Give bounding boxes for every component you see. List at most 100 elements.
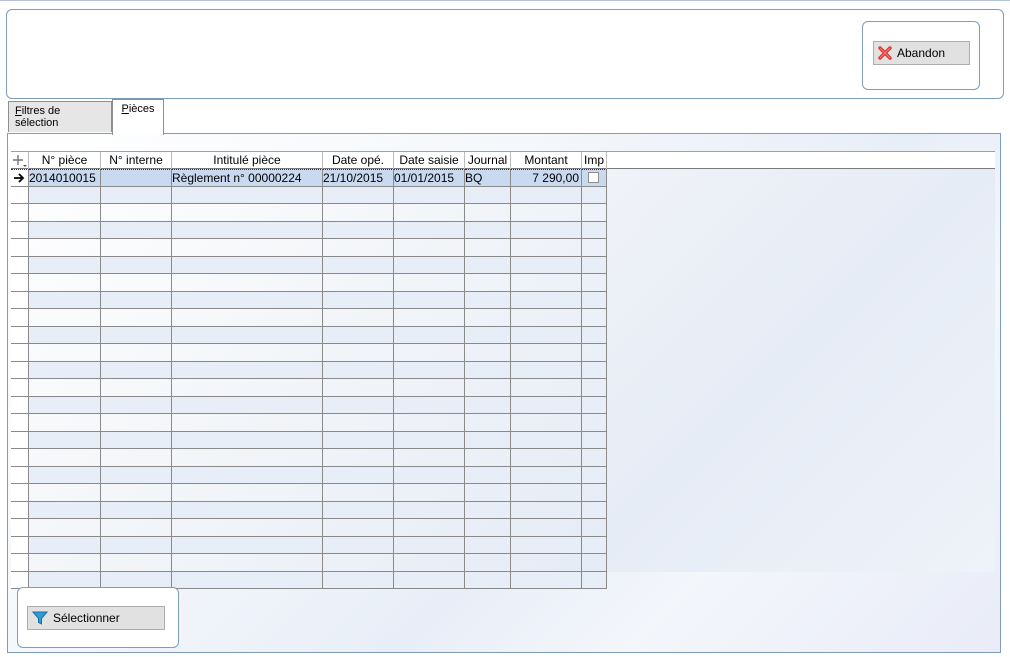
tab-pieces[interactable]: Pièces [112,99,164,135]
table-cell[interactable] [29,361,101,379]
table-cell[interactable] [465,431,511,449]
table-cell[interactable] [582,484,607,502]
col-header-num-interne[interactable]: N° interne [101,152,172,169]
table-cell[interactable] [465,274,511,292]
table-cell[interactable] [582,186,607,204]
table-row[interactable] [11,326,607,344]
table-cell[interactable] [582,379,607,397]
table-row[interactable] [11,379,607,397]
table-cell[interactable] [172,414,323,432]
table-cell[interactable] [101,291,172,309]
table-cell[interactable] [101,414,172,432]
table-cell[interactable] [172,379,323,397]
table-cell[interactable] [465,571,511,589]
cell-num-piece[interactable]: 2014010015 [29,169,101,187]
table-cell[interactable] [394,466,465,484]
table-cell[interactable] [394,204,465,222]
table-cell[interactable] [29,414,101,432]
table-cell[interactable] [511,361,582,379]
table-cell[interactable] [29,221,101,239]
table-cell[interactable] [582,239,607,257]
table-cell[interactable] [323,536,394,554]
table-cell[interactable] [511,256,582,274]
table-cell[interactable] [29,501,101,519]
table-cell[interactable] [394,449,465,467]
table-cell[interactable] [172,396,323,414]
table-cell[interactable] [465,379,511,397]
col-header-montant[interactable]: Montant [511,152,582,169]
table-row[interactable] [11,414,607,432]
table-cell[interactable] [582,414,607,432]
cell-journal[interactable]: BQ [465,169,511,187]
table-cell[interactable] [29,239,101,257]
table-cell[interactable] [582,274,607,292]
table-cell[interactable] [323,239,394,257]
table-cell[interactable] [29,554,101,572]
table-cell[interactable] [511,466,582,484]
table-cell[interactable] [582,431,607,449]
table-cell[interactable] [172,519,323,537]
table-cell[interactable] [465,396,511,414]
table-cell[interactable] [465,326,511,344]
table-cell[interactable] [172,536,323,554]
table-cell[interactable] [101,501,172,519]
table-cell[interactable] [323,344,394,362]
col-header-imp[interactable]: Imp [582,152,607,169]
table-row[interactable]: 2014010015 Règlement n° 00000224 21/10/2… [11,169,607,187]
table-cell[interactable] [394,484,465,502]
table-cell[interactable] [101,326,172,344]
table-row[interactable] [11,484,607,502]
table-cell[interactable] [29,256,101,274]
table-cell[interactable] [582,221,607,239]
table-cell[interactable] [323,484,394,502]
table-cell[interactable] [101,484,172,502]
table-cell[interactable] [394,501,465,519]
imp-checkbox[interactable] [588,172,599,183]
add-column-icon[interactable] [11,152,29,169]
table-cell[interactable] [101,239,172,257]
table-row[interactable] [11,221,607,239]
table-row[interactable] [11,396,607,414]
table-cell[interactable] [465,361,511,379]
table-cell[interactable] [101,554,172,572]
table-cell[interactable] [101,309,172,327]
table-cell[interactable] [465,204,511,222]
table-row[interactable] [11,344,607,362]
table-cell[interactable] [582,204,607,222]
table-cell[interactable] [101,396,172,414]
table-cell[interactable] [582,501,607,519]
table-row[interactable] [11,186,607,204]
table-cell[interactable] [29,484,101,502]
table-cell[interactable] [323,396,394,414]
table-row[interactable] [11,256,607,274]
table-cell[interactable] [582,519,607,537]
table-cell[interactable] [29,291,101,309]
table-cell[interactable] [101,344,172,362]
col-header-date-saisie[interactable]: Date saisie [394,152,465,169]
table-cell[interactable] [323,571,394,589]
table-cell[interactable] [465,291,511,309]
table-cell[interactable] [172,431,323,449]
table-cell[interactable] [465,309,511,327]
table-cell[interactable] [394,221,465,239]
table-cell[interactable] [172,571,323,589]
table-cell[interactable] [465,501,511,519]
table-cell[interactable] [172,326,323,344]
table-cell[interactable] [465,484,511,502]
table-cell[interactable] [511,571,582,589]
table-cell[interactable] [172,239,323,257]
table-cell[interactable] [465,554,511,572]
table-cell[interactable] [323,466,394,484]
table-cell[interactable] [172,309,323,327]
table-cell[interactable] [29,449,101,467]
table-cell[interactable] [101,204,172,222]
table-cell[interactable] [29,536,101,554]
table-cell[interactable] [172,186,323,204]
table-cell[interactable] [394,519,465,537]
table-row[interactable] [11,274,607,292]
col-header-intitule[interactable]: Intitulé pièce [172,152,323,169]
table-cell[interactable] [323,204,394,222]
table-cell[interactable] [394,239,465,257]
table-cell[interactable] [465,186,511,204]
table-cell[interactable] [323,256,394,274]
